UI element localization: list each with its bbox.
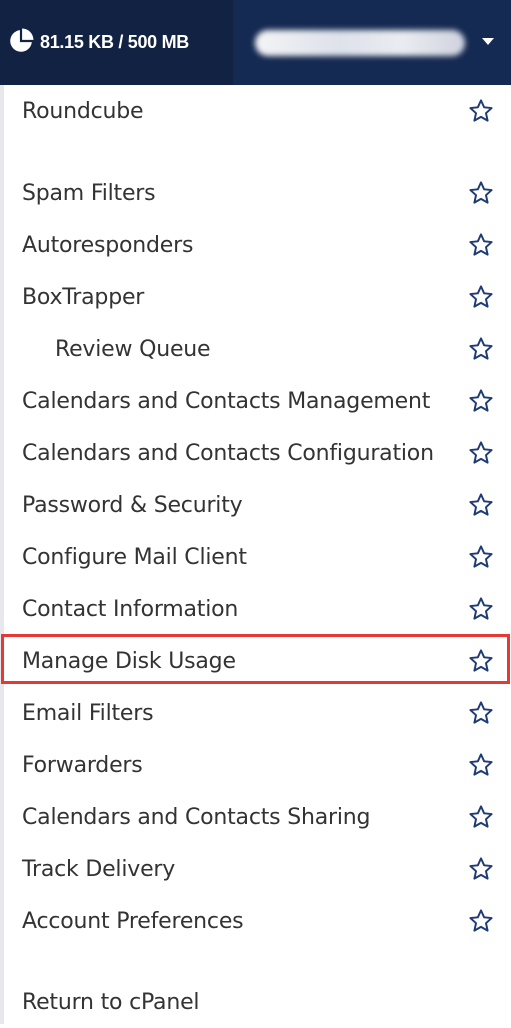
menu-item-review-queue[interactable]: Review Queue — [0, 323, 511, 375]
menu-item-return-to-cpanel[interactable]: Return to cPanel — [0, 976, 511, 1028]
user-menu-toggle[interactable] — [233, 0, 511, 85]
star-outline-icon[interactable] — [468, 180, 494, 206]
menu-item-roundcube[interactable]: Roundcube — [0, 85, 511, 137]
menu-item-label: Calendars and Contacts Configuration — [22, 440, 434, 466]
menu-item-label: Forwarders — [22, 752, 143, 778]
menu-item-calendars-and-contacts-sharing[interactable]: Calendars and Contacts Sharing — [0, 791, 511, 843]
menu-item-spam-filters[interactable]: Spam Filters — [0, 167, 511, 219]
menu-item-label: Autoresponders — [22, 232, 194, 258]
star-outline-icon[interactable] — [468, 648, 494, 674]
menu-item-label: Contact Information — [22, 596, 239, 622]
menu-item-forwarders[interactable]: Forwarders — [0, 739, 511, 791]
caret-down-icon — [482, 38, 494, 45]
star-outline-icon[interactable] — [468, 544, 494, 570]
star-outline-icon[interactable] — [468, 908, 494, 934]
top-bar: 81.15 KB / 500 MB — [0, 0, 511, 85]
menu-item-manage-disk-usage[interactable]: Manage Disk Usage — [0, 635, 511, 687]
menu-item-label: Roundcube — [22, 98, 144, 124]
star-outline-icon[interactable] — [468, 98, 494, 124]
menu-item-label: Password & Security — [22, 492, 243, 518]
menu-item-label: Calendars and Contacts Management — [22, 388, 431, 414]
star-outline-icon[interactable] — [468, 856, 494, 882]
menu-item-label: Return to cPanel — [22, 989, 200, 1015]
menu-item-label: Spam Filters — [22, 180, 156, 206]
menu-item-email-filters[interactable]: Email Filters — [0, 687, 511, 739]
menu-item-calendars-and-contacts-configuration[interactable]: Calendars and Contacts Configuration — [0, 427, 511, 479]
menu-item-label: BoxTrapper — [22, 284, 145, 310]
menu-item-label: Configure Mail Client — [22, 544, 247, 570]
star-outline-icon[interactable] — [468, 804, 494, 830]
menu-item-calendars-and-contacts-management[interactable]: Calendars and Contacts Management — [0, 375, 511, 427]
disk-usage-text: 81.15 KB / 500 MB — [40, 32, 189, 52]
menu-item-password-and-security[interactable]: Password & Security — [0, 479, 511, 531]
star-outline-icon[interactable] — [468, 232, 494, 258]
menu-item-label: Review Queue — [55, 336, 211, 362]
star-outline-icon[interactable] — [468, 388, 494, 414]
menu-item-configure-mail-client[interactable]: Configure Mail Client — [0, 531, 511, 583]
star-outline-icon[interactable] — [468, 440, 494, 466]
menu-item-boxtrapper[interactable]: BoxTrapper — [0, 271, 511, 323]
menu-item-label: Calendars and Contacts Sharing — [22, 804, 371, 830]
menu-item-label: Account Preferences — [22, 908, 244, 934]
menu-item-track-delivery[interactable]: Track Delivery — [0, 843, 511, 895]
star-outline-icon[interactable] — [468, 596, 494, 622]
menu-item-label: Manage Disk Usage — [22, 648, 236, 674]
star-outline-icon[interactable] — [468, 700, 494, 726]
menu-item-autoresponders[interactable]: Autoresponders — [0, 219, 511, 271]
star-outline-icon[interactable] — [468, 284, 494, 310]
menu-item-contact-information[interactable]: Contact Information — [0, 583, 511, 635]
menu-item-account-preferences[interactable]: Account Preferences — [0, 895, 511, 947]
star-outline-icon[interactable] — [468, 336, 494, 362]
disk-usage-indicator[interactable]: 81.15 KB / 500 MB — [0, 0, 233, 85]
pie-chart-icon — [8, 28, 40, 58]
menu-item-label: Email Filters — [22, 700, 154, 726]
user-email-redacted — [255, 30, 465, 56]
star-outline-icon[interactable] — [468, 752, 494, 778]
menu-item-label: Track Delivery — [22, 856, 176, 882]
star-outline-icon[interactable] — [468, 492, 494, 518]
